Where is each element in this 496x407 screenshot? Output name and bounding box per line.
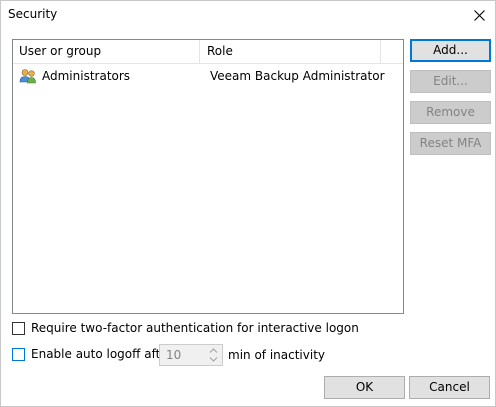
role-cell: Veeam Backup Administrator — [210, 69, 385, 83]
two-factor-option[interactable]: Require two-factor authentication for in… — [12, 321, 359, 335]
users-list[interactable]: User or group Role Administrators Veeam … — [12, 39, 404, 314]
auto-logoff-suffix: min of inactivity — [228, 348, 325, 362]
cancel-button[interactable]: Cancel — [409, 376, 490, 399]
close-icon — [473, 9, 485, 21]
add-button[interactable]: Add... — [410, 39, 491, 62]
auto-logoff-option[interactable]: Enable auto logoff after — [12, 347, 173, 361]
user-name: Administrators — [42, 69, 131, 83]
list-item[interactable]: Administrators Veeam Backup Administrato… — [13, 65, 403, 87]
edit-button[interactable]: Edit... — [410, 70, 491, 93]
user-cell: Administrators — [19, 65, 199, 87]
column-header-role[interactable]: Role — [201, 40, 381, 63]
reset-mfa-button[interactable]: Reset MFA — [410, 132, 491, 155]
window-title: Security — [8, 7, 58, 21]
auto-logoff-checkbox[interactable] — [12, 347, 25, 361]
title-bar: Security — [1, 1, 495, 29]
ok-button[interactable]: OK — [324, 376, 405, 399]
two-factor-checkbox[interactable] — [12, 321, 25, 335]
chevron-up-icon — [209, 348, 218, 353]
close-button[interactable] — [463, 1, 495, 29]
chevron-down-icon — [209, 357, 218, 362]
remove-button[interactable]: Remove — [410, 101, 491, 124]
two-factor-label: Require two-factor authentication for in… — [31, 321, 359, 335]
users-group-icon — [19, 68, 37, 84]
auto-logoff-label: Enable auto logoff after — [31, 347, 173, 361]
auto-logoff-minutes-value: 10 — [166, 348, 182, 362]
auto-logoff-minutes-stepper[interactable]: 10 — [159, 344, 223, 366]
list-header: User or group Role — [13, 40, 403, 64]
security-dialog: Security User or group Role Administrato… — [0, 0, 496, 407]
stepper-arrows[interactable] — [205, 345, 222, 365]
column-header-user[interactable]: User or group — [13, 40, 200, 63]
